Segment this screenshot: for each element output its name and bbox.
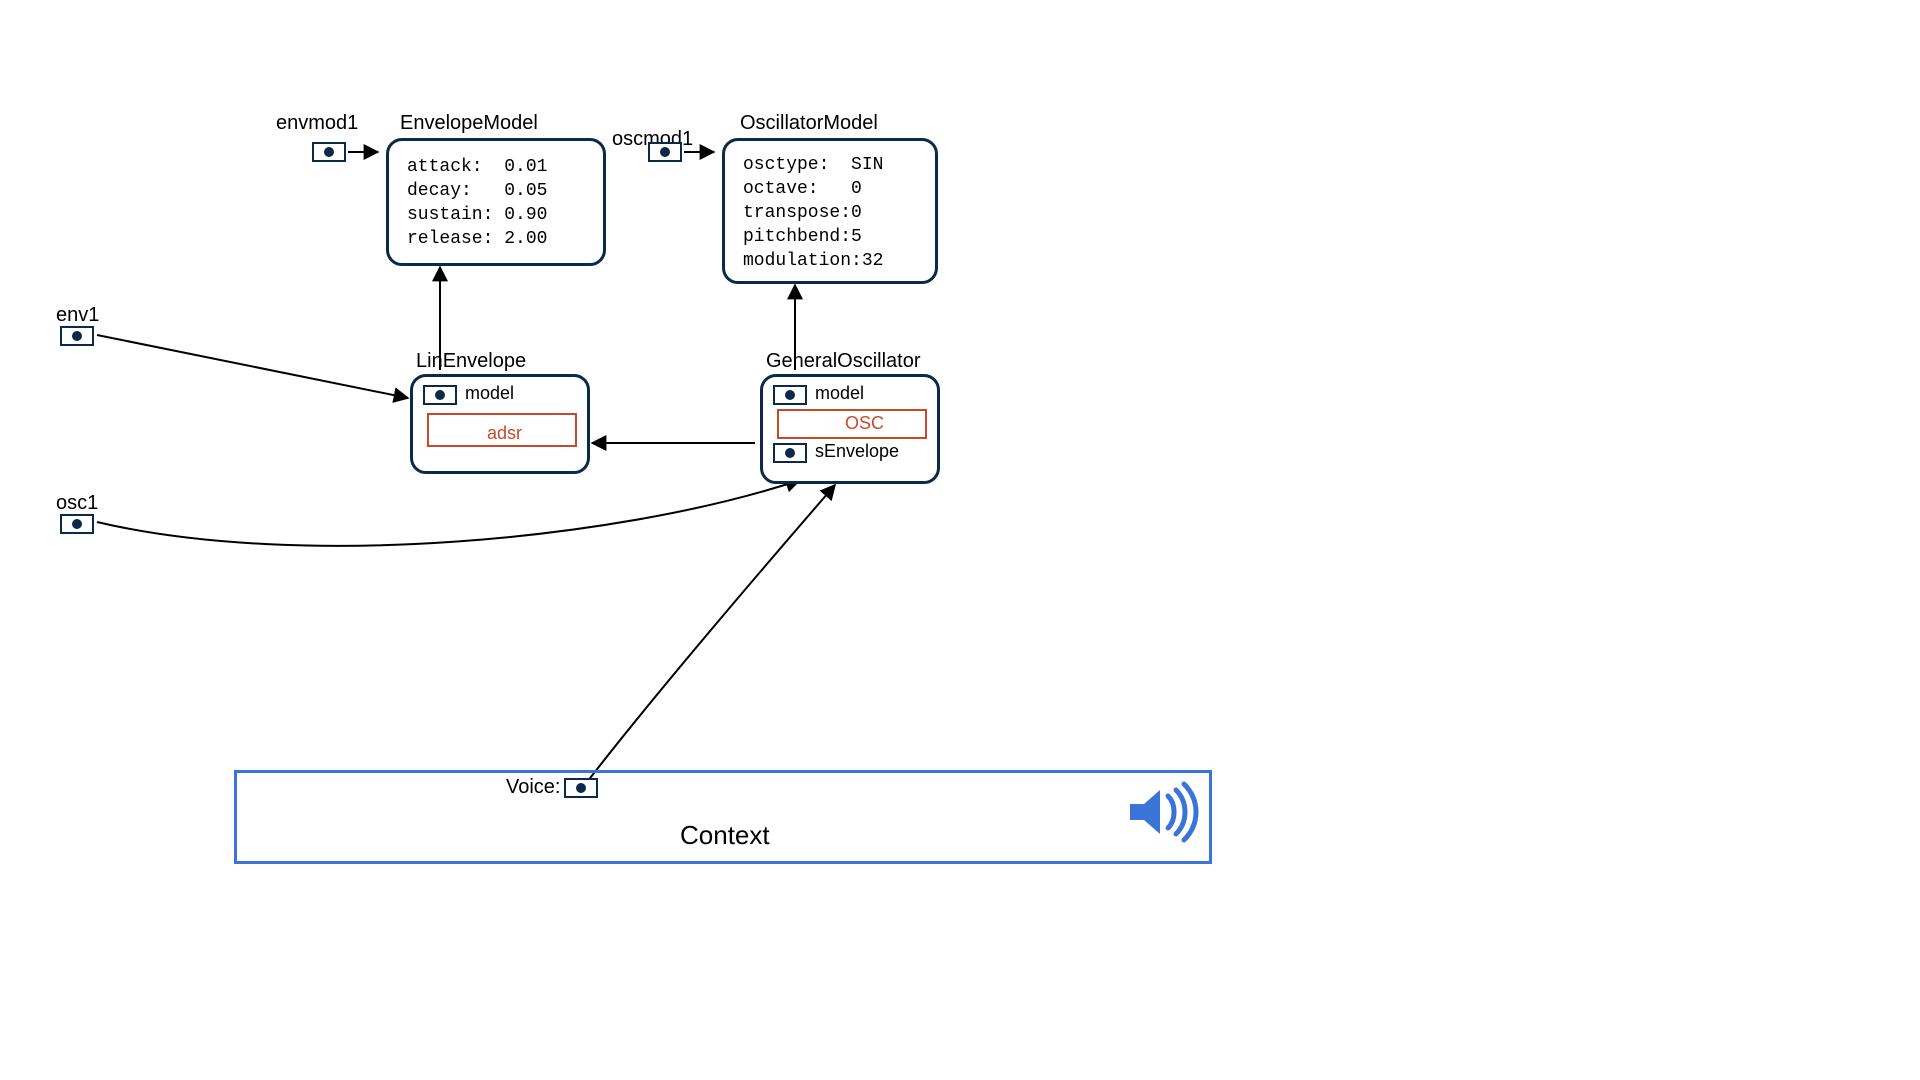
envelope-model-line-3: release: 2.00 xyxy=(407,227,547,251)
lin-envelope-model-port[interactable] xyxy=(423,385,457,405)
lin-envelope-model-port-label: model xyxy=(465,383,514,404)
oscillator-model-line-1: octave: 0 xyxy=(743,177,862,201)
general-oscillator-senvelope-port[interactable] xyxy=(773,443,807,463)
oscillator-model-line-3: pitchbend:5 xyxy=(743,225,862,249)
connection-layer xyxy=(0,0,1920,1080)
oscillator-model-line-2: transpose:0 xyxy=(743,201,862,225)
oscmod1-port[interactable] xyxy=(648,142,682,162)
envmod1-label: envmod1 xyxy=(276,112,358,135)
speaker-icon xyxy=(1128,786,1198,840)
general-oscillator-model-port[interactable] xyxy=(773,385,807,405)
envelope-model-line-1: decay: 0.05 xyxy=(407,179,547,203)
env1-port[interactable] xyxy=(60,326,94,346)
general-oscillator-title: GeneralOscillator xyxy=(766,350,921,373)
lin-envelope-wave-label: adsr xyxy=(487,423,522,444)
osc1-port[interactable] xyxy=(60,514,94,534)
voice-label: Voice: xyxy=(506,776,560,799)
envelope-model-line-0: attack: 0.01 xyxy=(407,155,547,179)
general-oscillator-senvelope-port-label: sEnvelope xyxy=(815,441,899,462)
oscillator-model-title: OscillatorModel xyxy=(740,112,878,135)
context-title: Context xyxy=(680,820,770,851)
envelope-model-line-2: sustain: 0.90 xyxy=(407,203,547,227)
diagram-canvas: envmod1 EnvelopeModel attack: 0.01 decay… xyxy=(0,0,1920,1080)
osc1-label: osc1 xyxy=(56,492,98,515)
env1-label: env1 xyxy=(56,304,99,327)
oscillator-model-line-0: osctype: SIN xyxy=(743,153,883,177)
voice-port[interactable] xyxy=(564,778,598,798)
lin-envelope-node[interactable]: model adsr xyxy=(410,374,590,474)
general-oscillator-node[interactable]: model OSC sEnvelope xyxy=(760,374,940,484)
envelope-model-node[interactable]: attack: 0.01 decay: 0.05 sustain: 0.90 r… xyxy=(386,138,606,266)
general-oscillator-wave-label: OSC xyxy=(845,413,884,434)
envelope-model-title: EnvelopeModel xyxy=(400,112,538,135)
lin-envelope-title: LinEnvelope xyxy=(416,350,526,373)
oscillator-model-line-4: modulation:32 xyxy=(743,249,883,273)
oscillator-model-node[interactable]: osctype: SIN octave: 0 transpose:0 pitch… xyxy=(722,138,938,284)
general-oscillator-model-port-label: model xyxy=(815,383,864,404)
envmod1-port[interactable] xyxy=(312,142,346,162)
